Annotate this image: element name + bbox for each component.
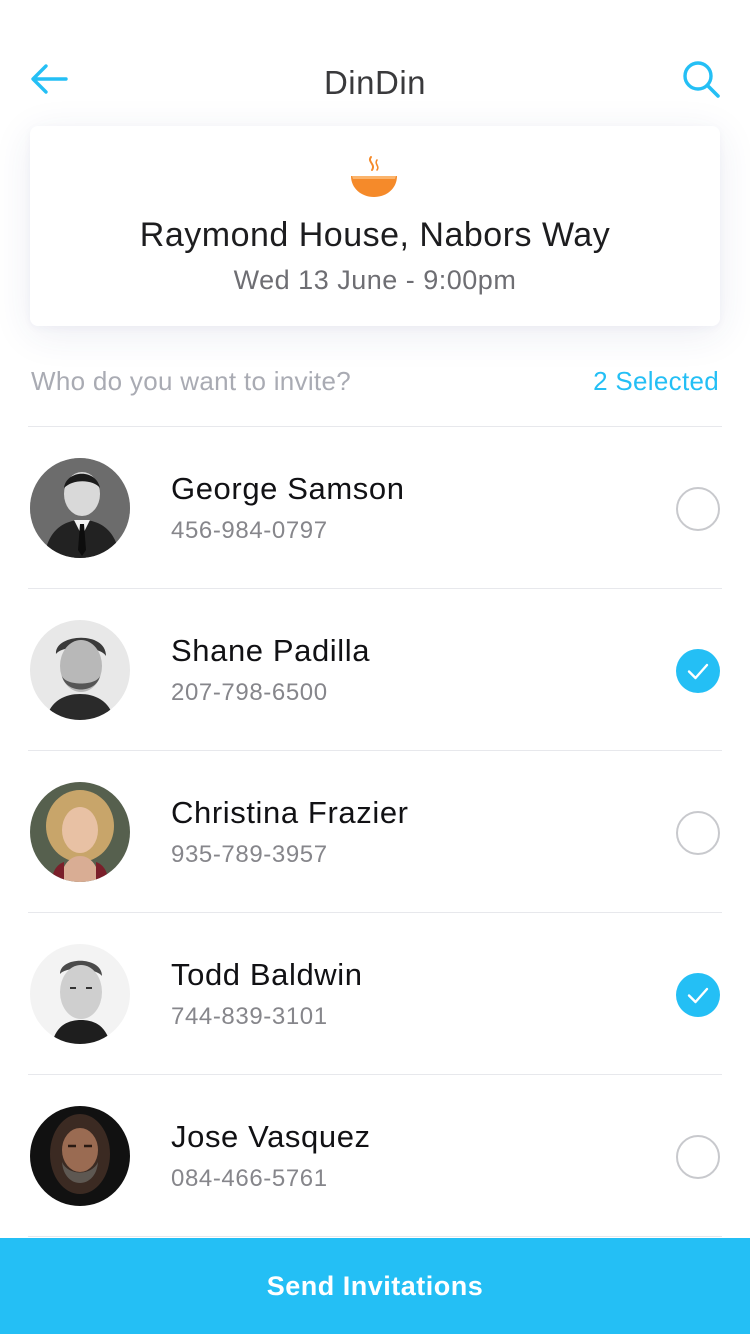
avatar — [30, 1106, 130, 1206]
selected-count[interactable]: 2 Selected — [593, 366, 719, 397]
unchecked-circle-icon[interactable] — [676, 1135, 720, 1179]
checkmark-circle-icon[interactable] — [676, 649, 720, 693]
contact-row-shane-padilla[interactable]: Shane Padilla 207-798-6500 — [28, 589, 722, 751]
event-date: Wed 13 June - 9:00pm — [233, 265, 517, 295]
contact-name: Todd Baldwin — [171, 957, 363, 992]
checkmark-circle-icon[interactable] — [676, 973, 720, 1017]
top-nav-bar: DinDin — [0, 0, 750, 130]
event-card: Raymond House, Nabors Way Wed 13 June - … — [30, 126, 720, 326]
search-icon[interactable] — [680, 58, 722, 100]
unchecked-circle-icon[interactable] — [676, 487, 720, 531]
contact-row-todd-baldwin[interactable]: Todd Baldwin 744-839-3101 — [28, 913, 722, 1075]
contact-phone: 456-984-0797 — [171, 517, 328, 544]
contact-list: George Samson 456-984-0797 Shane Padilla… — [28, 426, 722, 1237]
unchecked-circle-icon[interactable] — [676, 811, 720, 855]
contact-phone: 744-839-3101 — [171, 1003, 328, 1030]
contact-phone: 935-789-3957 — [171, 841, 328, 868]
avatar — [30, 782, 130, 882]
avatar — [30, 944, 130, 1044]
contact-name: Jose Vasquez — [171, 1119, 371, 1154]
send-invitations-button[interactable]: Send Invitations — [0, 1238, 750, 1334]
invite-prompt: Who do you want to invite? — [31, 366, 351, 396]
food-bowl-icon — [349, 154, 399, 200]
avatar — [30, 458, 130, 558]
contact-row-jose-vasquez[interactable]: Jose Vasquez 084-466-5761 — [28, 1075, 722, 1237]
contact-row-christina-frazier[interactable]: Christina Frazier 935-789-3957 — [28, 751, 722, 913]
contact-phone: 084-466-5761 — [171, 1165, 328, 1192]
avatar — [30, 620, 130, 720]
contact-name: George Samson — [171, 471, 405, 506]
contact-name: Christina Frazier — [171, 795, 409, 830]
contact-name: Shane Padilla — [171, 633, 371, 668]
page-title: DinDin — [323, 64, 427, 101]
contact-row-george-samson[interactable]: George Samson 456-984-0797 — [28, 427, 722, 589]
contact-phone: 207-798-6500 — [171, 679, 328, 706]
event-venue: Raymond House, Nabors Way — [139, 216, 611, 254]
